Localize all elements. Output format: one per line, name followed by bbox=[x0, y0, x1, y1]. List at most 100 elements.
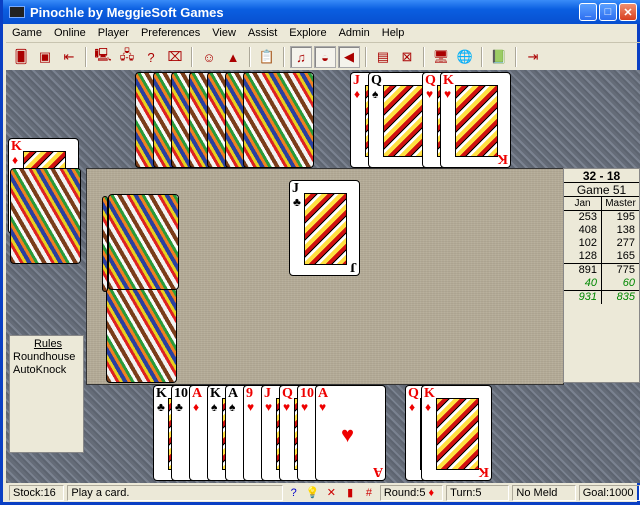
network-clock-button[interactable]: 🖳 bbox=[92, 46, 114, 68]
computer-web-button[interactable]: 🖥 bbox=[430, 46, 452, 68]
score-grand-total-row: 931 835 bbox=[564, 290, 639, 304]
deal-button[interactable]: ▣ bbox=[34, 46, 56, 68]
deal-icon: ▣ bbox=[38, 49, 52, 64]
status-bar: Stock:16 Play a card.? 💡 ✕ ▮ # Round:5 ♦ Turn:5 N… bbox=[6, 483, 640, 502]
toolbar-separator bbox=[515, 47, 517, 67]
menu-assist[interactable]: Assist bbox=[242, 27, 283, 39]
undo-card-button[interactable]: ⇤ bbox=[58, 46, 80, 68]
card-suit-icon: ♠ bbox=[229, 400, 236, 414]
sound-toggle-icon: ◀ bbox=[344, 49, 354, 64]
card-rank: K bbox=[210, 386, 221, 401]
card-rank: K bbox=[156, 386, 167, 401]
network-disabled-button[interactable]: ⌧ bbox=[164, 46, 186, 68]
card-rank: J bbox=[353, 73, 360, 88]
score-round-row: 128 165 bbox=[564, 250, 639, 264]
rules-title[interactable]: Rules bbox=[10, 338, 83, 351]
score-cell: 408 bbox=[564, 224, 602, 237]
new-game-button[interactable]: 🂠 bbox=[10, 46, 32, 68]
score-panel: 32 - 18 Game 51 Jan Master 253 195 408 138 102 27… bbox=[563, 168, 640, 383]
card-suit-icon: ♣ bbox=[293, 195, 301, 209]
menu-explore[interactable]: Explore bbox=[283, 27, 332, 39]
globe-button[interactable]: 🌐 bbox=[454, 46, 476, 68]
card-rank-bottom: A bbox=[372, 464, 383, 479]
voice-toggle-button[interactable]: ◒ bbox=[314, 46, 336, 68]
menu-player[interactable]: Player bbox=[92, 27, 135, 39]
score-cell: 60 bbox=[622, 277, 635, 289]
menu-game[interactable]: Game bbox=[6, 27, 48, 39]
trick-card[interactable]: J ♣ J bbox=[289, 180, 360, 276]
globe-icon: 🌐 bbox=[456, 49, 474, 64]
card-pip-icon: ♥ bbox=[341, 422, 355, 447]
wizard-icon: ▲ bbox=[226, 49, 240, 65]
app-window: Pinochle by MeggieSoft Games _ □ ✕ Game O… bbox=[0, 0, 640, 505]
score-cell: 277 bbox=[616, 237, 635, 249]
menu-online[interactable]: Online bbox=[48, 27, 92, 39]
minimize-button[interactable]: _ bbox=[579, 3, 597, 21]
card-suit-icon: ♦ bbox=[409, 400, 416, 414]
card-face-art bbox=[455, 85, 498, 157]
stock-pile-card bbox=[108, 194, 179, 290]
score-cell: 195 bbox=[616, 211, 635, 223]
modem-disabled-icon: ⊠ bbox=[401, 49, 413, 64]
score-round-row: 408 138 bbox=[564, 224, 639, 237]
rule-item: AutoKnock bbox=[13, 364, 67, 376]
opponent-west-card-back bbox=[10, 168, 81, 264]
modem-button[interactable]: ▤ bbox=[372, 46, 394, 68]
opponent-north-card-back bbox=[243, 72, 314, 168]
card-suit-icon: ♥ bbox=[444, 87, 452, 101]
music-toggle-button[interactable]: ♫ bbox=[290, 46, 312, 68]
clipboard-button[interactable]: 📋 bbox=[256, 46, 278, 68]
menu-view[interactable]: View bbox=[206, 27, 242, 39]
score-cell: 835 bbox=[601, 290, 639, 304]
score-table: Jan Master 253 195 408 138 102 277 128 165 891 775 4… bbox=[564, 197, 639, 304]
round-indicator: Round:5 ♦ bbox=[379, 484, 444, 501]
menu-admin[interactable]: Admin bbox=[333, 27, 376, 39]
hint-bulb-icon[interactable]: 💡 bbox=[305, 486, 321, 499]
round-trump-suit-icon: ♦ bbox=[428, 486, 435, 499]
help-icon[interactable]: ? bbox=[286, 487, 302, 499]
score-table-icon[interactable]: # bbox=[361, 487, 377, 499]
music-toggle-icon: ♫ bbox=[296, 49, 306, 65]
stock-pile-card-edge bbox=[102, 196, 108, 292]
card-rank: 10 bbox=[174, 386, 188, 401]
menu-help[interactable]: Help bbox=[376, 27, 411, 39]
card-rank: A bbox=[228, 386, 239, 401]
toolbar-separator bbox=[365, 47, 367, 67]
score-cell: 128 bbox=[564, 250, 602, 264]
stock-pile-card bbox=[106, 287, 177, 383]
card-rank: K bbox=[11, 139, 22, 154]
sound-toggle-button[interactable]: ◀ bbox=[338, 46, 360, 68]
wizard-button[interactable]: ▲ bbox=[222, 46, 244, 68]
toolbar: 🂠 ▣ ⇤ 🖳 🖧? ⌧ ☺ ▲ 📋 ♫ ◒ ◀ ▤ ⊠ 🖥 🌐 📗 ⇥ bbox=[6, 44, 640, 70]
card-rank: J bbox=[264, 386, 271, 401]
network-connect-button[interactable]: 🖧 bbox=[116, 46, 138, 68]
score-cell: 40 bbox=[564, 277, 602, 291]
help-book-button[interactable]: 📗 bbox=[488, 46, 510, 68]
card-face-art bbox=[436, 398, 479, 470]
player-meld-card[interactable]: K ♦ K bbox=[421, 385, 492, 481]
score-cell: 165 bbox=[616, 250, 635, 262]
card-rank-bottom: J bbox=[350, 259, 357, 274]
network-off-icon[interactable]: ✕ bbox=[323, 486, 339, 499]
close-button[interactable]: ✕ bbox=[619, 3, 637, 21]
modem-disabled-button[interactable]: ⊠ bbox=[396, 46, 418, 68]
score-total-row: 891 775 bbox=[564, 263, 639, 277]
title-bar[interactable]: Pinochle by MeggieSoft Games _ □ ✕ bbox=[3, 0, 640, 24]
network-help-button[interactable]: ? bbox=[140, 46, 162, 68]
exit-button[interactable]: ⇥ bbox=[522, 46, 544, 68]
menu-preferences[interactable]: Preferences bbox=[135, 27, 206, 39]
north-meld-card[interactable]: K ♥ K bbox=[440, 72, 511, 168]
card-face-art bbox=[304, 193, 347, 265]
card-suit-icon: ♥ bbox=[426, 87, 434, 101]
player-hand-card[interactable]: A ♥ ♥ A bbox=[315, 385, 386, 481]
maximize-button[interactable]: □ bbox=[599, 3, 617, 21]
score-header: 32 - 18 bbox=[564, 169, 639, 183]
bars-chart-icon[interactable]: ▮ bbox=[342, 486, 358, 499]
card-suit-icon: ♦ bbox=[193, 400, 200, 414]
player-swap-button[interactable]: ☺ bbox=[198, 46, 220, 68]
network-clock-icon: 🖳 bbox=[94, 47, 112, 62]
card-rank: Q bbox=[282, 386, 293, 401]
score-round-row: 102 277 bbox=[564, 237, 639, 250]
card-rank: A bbox=[192, 386, 203, 401]
round-label: Round:5 bbox=[383, 486, 426, 499]
